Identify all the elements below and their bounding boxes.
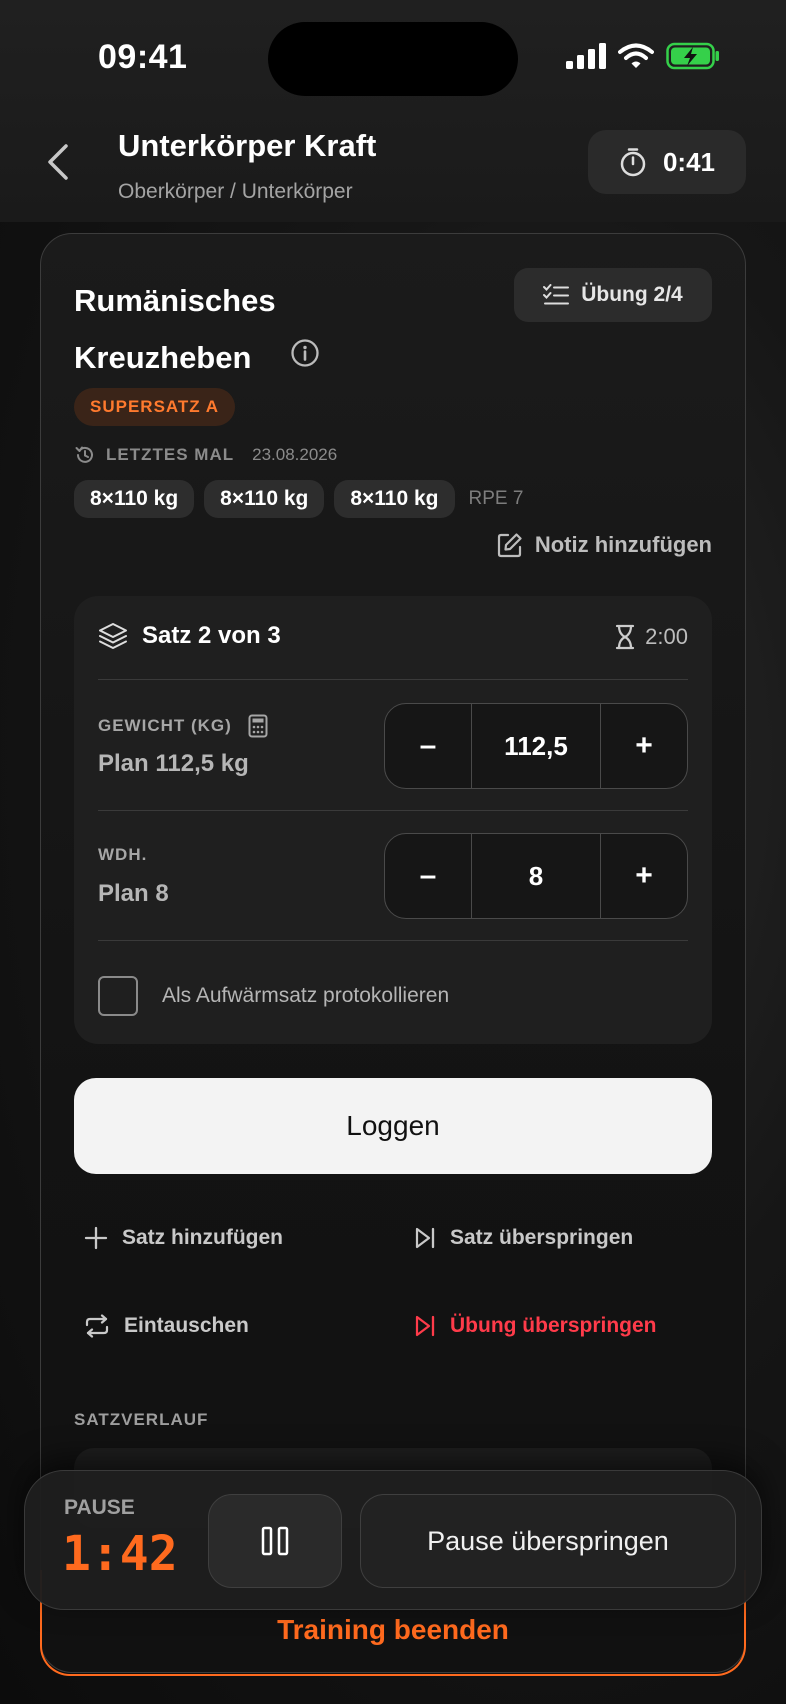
- add-set-button[interactable]: Satz hinzufügen: [84, 1226, 283, 1250]
- pause-countdown: 1:42: [62, 1526, 178, 1582]
- wifi-icon: [618, 43, 654, 68]
- add-set-label: Satz hinzufügen: [122, 1226, 283, 1249]
- weight-increment-button[interactable]: +: [601, 704, 687, 788]
- back-chevron-icon[interactable]: [42, 140, 74, 184]
- weight-label: GEWICHT (KG): [98, 714, 268, 738]
- info-icon[interactable]: [290, 338, 320, 368]
- reps-increment-button[interactable]: +: [601, 834, 687, 918]
- weight-stepper: – 112,5 +: [384, 703, 688, 789]
- last-sets-chips: 8×110 kg 8×110 kg 8×110 kg RPE 7: [74, 480, 523, 518]
- rest-duration: 2:00: [615, 624, 688, 650]
- last-time-date: 23.08.2026: [252, 445, 338, 464]
- weight-decrement-button[interactable]: –: [385, 704, 471, 788]
- swap-exercise-label: Eintauschen: [124, 1314, 249, 1337]
- stopwatch-icon: [620, 148, 646, 177]
- superset-badge: SUPERSATZ A: [74, 388, 236, 426]
- warmup-label: Als Aufwärmsatz protokollieren: [162, 984, 450, 1007]
- dynamic-island: [268, 22, 518, 96]
- page-title: Unterkörper Kraft: [118, 128, 377, 163]
- last-time-row: LETZTES MAL 23.08.2026: [74, 444, 337, 466]
- battery-charging-icon: [666, 42, 719, 70]
- set-history-label: SATZVERLAUF: [74, 1410, 209, 1429]
- plus-icon: [84, 1226, 108, 1250]
- add-note-button[interactable]: Notiz hinzufügen: [497, 532, 712, 558]
- workout-timer[interactable]: 0:41: [588, 130, 746, 194]
- divider: [98, 679, 688, 680]
- layers-icon: [99, 623, 127, 649]
- reps-decrement-button[interactable]: –: [385, 834, 471, 918]
- skip-set-button[interactable]: Satz überspringen: [414, 1226, 633, 1250]
- reps-stepper: – 8 +: [384, 833, 688, 919]
- pause-toggle-button[interactable]: [208, 1494, 342, 1588]
- reps-value-input[interactable]: 8: [471, 834, 601, 918]
- set-title: Satz 2 von 3: [142, 622, 281, 649]
- skip-forward-icon: [415, 1315, 435, 1337]
- last-set-chip: 8×110 kg: [334, 480, 455, 518]
- exercise-progress-label: Übung 2/4: [581, 283, 683, 306]
- status-time: 09:41: [98, 38, 188, 76]
- checklist-icon: [543, 284, 570, 305]
- page-subtitle: Oberkörper / Unterkörper: [118, 180, 353, 203]
- exercise-progress-button[interactable]: Übung 2/4: [514, 268, 712, 322]
- last-time-label: LETZTES MAL: [106, 445, 235, 464]
- reps-label: WDH.: [98, 845, 147, 865]
- divider: [98, 810, 688, 811]
- reps-label-text: WDH.: [98, 845, 148, 864]
- weight-label-text: GEWICHT (KG): [98, 716, 232, 735]
- divider: [98, 940, 688, 941]
- add-note-label: Notiz hinzufügen: [534, 532, 712, 557]
- calculator-icon[interactable]: [248, 714, 268, 738]
- hourglass-icon: [616, 624, 635, 650]
- status-icons: [566, 42, 720, 70]
- edit-note-icon: [497, 533, 522, 558]
- skip-forward-icon: [415, 1227, 435, 1249]
- warmup-toggle[interactable]: Als Aufwärmsatz protokollieren: [98, 976, 449, 1016]
- last-set-chip: 8×110 kg: [204, 480, 325, 518]
- workout-timer-value: 0:41: [662, 146, 716, 177]
- swap-exercise-button[interactable]: Eintauschen: [84, 1314, 249, 1338]
- history-icon: [75, 446, 93, 463]
- log-set-button[interactable]: Loggen: [74, 1078, 712, 1174]
- warmup-checkbox[interactable]: [98, 976, 138, 1016]
- rest-duration-value: 2:00: [645, 624, 688, 649]
- skip-exercise-button[interactable]: Übung überspringen: [414, 1314, 657, 1338]
- swap-icon: [85, 1314, 109, 1338]
- last-set-chip: 8×110 kg: [74, 480, 195, 518]
- weight-value-input[interactable]: 112,5: [471, 704, 601, 788]
- reps-plan: Plan 8: [98, 880, 169, 907]
- last-rpe: RPE 7: [468, 488, 524, 509]
- skip-pause-button[interactable]: Pause überspringen: [360, 1494, 736, 1588]
- skip-exercise-label: Übung überspringen: [450, 1314, 657, 1337]
- pause-icon: [261, 1526, 289, 1556]
- set-header: Satz 2 von 3: [98, 622, 281, 650]
- weight-plan: Plan 112,5 kg: [98, 750, 249, 777]
- skip-set-label: Satz überspringen: [450, 1226, 634, 1249]
- exercise-name: Rumänisches Kreuzheben: [74, 283, 276, 375]
- cellular-signal-icon: [566, 43, 606, 69]
- pause-label: PAUSE: [64, 1496, 135, 1519]
